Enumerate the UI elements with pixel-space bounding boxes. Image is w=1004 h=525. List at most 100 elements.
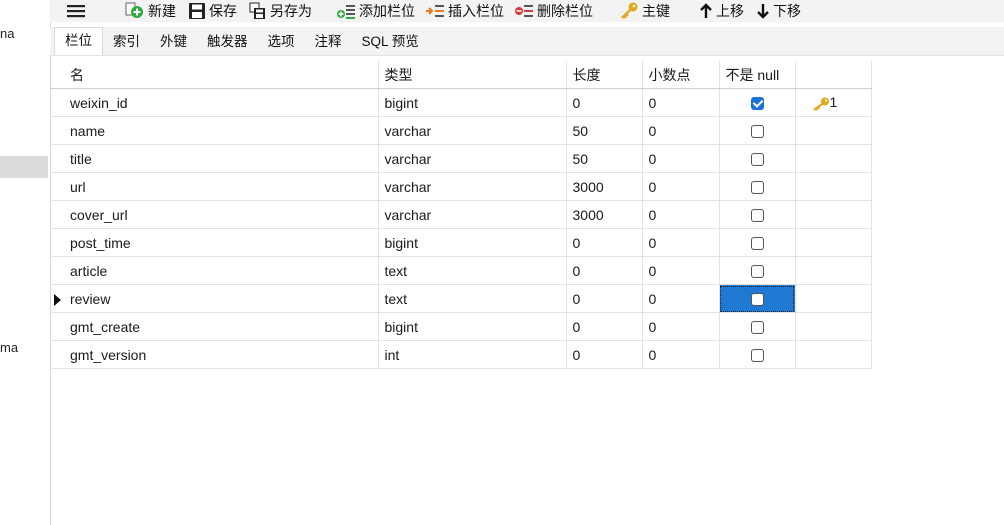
new-button[interactable]: 新建 xyxy=(125,0,176,22)
not-null-cell[interactable] xyxy=(719,144,796,173)
field-length-cell[interactable]: 0 xyxy=(566,312,643,341)
field-decimals-cell[interactable]: 0 xyxy=(642,200,720,229)
primary-key-button[interactable]: 主键 xyxy=(619,0,670,22)
field-decimals-cell[interactable]: 0 xyxy=(642,312,720,341)
field-type-cell[interactable]: varchar xyxy=(378,172,567,201)
table-row[interactable]: url varchar 3000 0 xyxy=(50,172,872,201)
not-null-cell[interactable] xyxy=(719,200,796,229)
not-null-checkbox[interactable] xyxy=(750,265,764,279)
sidebar-selected-item[interactable] xyxy=(0,156,48,178)
sidebar-item-fragment[interactable]: ma xyxy=(0,340,18,355)
table-row[interactable]: gmt_version int 0 0 xyxy=(50,340,872,369)
column-header-type[interactable]: 类型 xyxy=(378,61,567,89)
not-null-cell[interactable] xyxy=(719,340,796,369)
primary-key-cell[interactable] xyxy=(795,312,872,341)
primary-key-cell[interactable] xyxy=(795,116,872,145)
field-name-cell[interactable]: article xyxy=(64,256,379,285)
primary-key-cell[interactable] xyxy=(795,172,872,201)
field-decimals-cell[interactable]: 0 xyxy=(642,340,720,369)
column-header-key[interactable] xyxy=(795,61,872,89)
field-type-cell[interactable]: bigint xyxy=(378,228,567,257)
field-type-cell[interactable]: bigint xyxy=(378,312,567,341)
tab-sql-preview[interactable]: SQL 预览 xyxy=(352,29,429,55)
not-null-cell[interactable] xyxy=(719,228,796,257)
not-null-checkbox[interactable] xyxy=(750,349,764,363)
primary-key-cell[interactable] xyxy=(795,144,872,173)
field-decimals-cell[interactable]: 0 xyxy=(642,144,720,173)
not-null-cell[interactable] xyxy=(719,116,796,145)
field-name-cell[interactable]: gmt_create xyxy=(64,312,379,341)
sidebar-item-fragment[interactable]: na xyxy=(0,26,14,41)
add-field-button[interactable]: 添加栏位 xyxy=(336,0,415,22)
field-decimals-cell[interactable]: 0 xyxy=(642,284,720,313)
field-length-cell[interactable]: 50 xyxy=(566,144,643,173)
not-null-checkbox[interactable] xyxy=(750,153,764,167)
table-row[interactable]: gmt_create bigint 0 0 xyxy=(50,312,872,341)
field-type-cell[interactable]: varchar xyxy=(378,116,567,145)
table-row[interactable]: title varchar 50 0 xyxy=(50,144,872,173)
primary-key-cell[interactable] xyxy=(795,340,872,369)
not-null-cell[interactable] xyxy=(719,88,796,117)
field-decimals-cell[interactable]: 0 xyxy=(642,116,720,145)
column-header-decimals[interactable]: 小数点 xyxy=(642,61,720,89)
not-null-checkbox[interactable] xyxy=(750,181,764,195)
field-name-cell[interactable]: name xyxy=(64,116,379,145)
primary-key-cell[interactable]: 1 xyxy=(795,88,872,117)
tab-comments[interactable]: 注释 xyxy=(305,29,352,55)
field-length-cell[interactable]: 0 xyxy=(566,88,643,117)
field-name-cell[interactable]: gmt_version xyxy=(64,340,379,369)
table-row[interactable]: post_time bigint 0 0 xyxy=(50,228,872,257)
field-length-cell[interactable]: 0 xyxy=(566,228,643,257)
field-type-cell[interactable]: bigint xyxy=(378,88,567,117)
insert-field-button[interactable]: 插入栏位 xyxy=(425,0,504,22)
not-null-checkbox[interactable] xyxy=(750,321,764,335)
field-name-cell[interactable]: review xyxy=(64,284,379,313)
field-decimals-cell[interactable]: 0 xyxy=(642,88,720,117)
field-length-cell[interactable]: 0 xyxy=(566,284,643,313)
table-row[interactable]: name varchar 50 0 xyxy=(50,116,872,145)
not-null-cell[interactable] xyxy=(719,312,796,341)
field-type-cell[interactable]: varchar xyxy=(378,144,567,173)
tab-triggers[interactable]: 触发器 xyxy=(197,29,258,55)
not-null-checkbox[interactable] xyxy=(750,209,764,223)
tab-indexes[interactable]: 索引 xyxy=(103,29,150,55)
field-length-cell[interactable]: 3000 xyxy=(566,200,643,229)
tab-options[interactable]: 选项 xyxy=(258,29,305,55)
field-name-cell[interactable]: post_time xyxy=(64,228,379,257)
table-row[interactable]: weixin_id bigint 0 0 1 xyxy=(50,88,872,117)
field-length-cell[interactable]: 3000 xyxy=(566,172,643,201)
field-name-cell[interactable]: cover_url xyxy=(64,200,379,229)
not-null-checkbox[interactable] xyxy=(750,237,764,251)
not-null-cell[interactable] xyxy=(719,172,796,201)
not-null-checkbox[interactable] xyxy=(750,125,764,139)
save-button[interactable]: 保存 xyxy=(188,0,237,22)
not-null-cell[interactable] xyxy=(719,284,796,313)
field-name-cell[interactable]: title xyxy=(64,144,379,173)
move-up-button[interactable]: 上移 xyxy=(699,0,744,22)
tab-fields[interactable]: 栏位 xyxy=(54,27,103,55)
table-row[interactable]: review text 0 0 xyxy=(50,284,872,313)
menu-button[interactable] xyxy=(67,0,88,22)
column-header-name[interactable]: 名 xyxy=(64,61,379,89)
primary-key-cell[interactable] xyxy=(795,200,872,229)
save-as-button[interactable]: 另存为 xyxy=(249,0,312,22)
primary-key-cell[interactable] xyxy=(795,284,872,313)
not-null-checkbox[interactable] xyxy=(750,97,764,111)
field-decimals-cell[interactable]: 0 xyxy=(642,172,720,201)
table-row[interactable]: cover_url varchar 3000 0 xyxy=(50,200,872,229)
column-header-not-null[interactable]: 不是 null xyxy=(719,61,796,89)
field-name-cell[interactable]: weixin_id xyxy=(64,88,379,117)
field-length-cell[interactable]: 50 xyxy=(566,116,643,145)
not-null-checkbox[interactable] xyxy=(750,293,764,307)
move-down-button[interactable]: 下移 xyxy=(756,0,801,22)
primary-key-cell[interactable] xyxy=(795,256,872,285)
table-row[interactable]: article text 0 0 xyxy=(50,256,872,285)
field-decimals-cell[interactable]: 0 xyxy=(642,228,720,257)
field-name-cell[interactable]: url xyxy=(64,172,379,201)
field-length-cell[interactable]: 0 xyxy=(566,340,643,369)
not-null-cell[interactable] xyxy=(719,256,796,285)
field-type-cell[interactable]: text xyxy=(378,284,567,313)
field-type-cell[interactable]: text xyxy=(378,256,567,285)
field-type-cell[interactable]: varchar xyxy=(378,200,567,229)
column-header-length[interactable]: 长度 xyxy=(566,61,643,89)
